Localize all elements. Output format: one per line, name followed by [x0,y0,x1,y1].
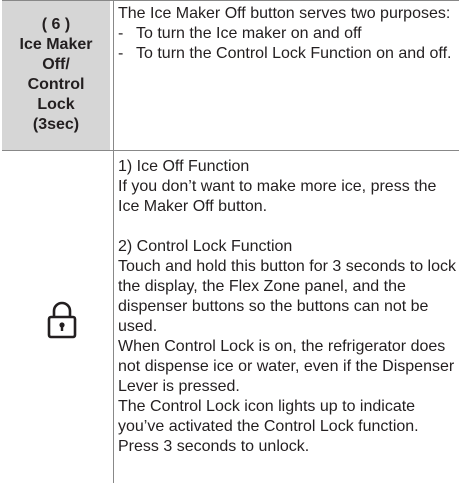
ice-off-heading: 1) Ice Off Function [118,158,250,175]
column-divider [113,0,114,483]
control-lock-text: The Control Lock icon lights up to indic… [118,398,419,455]
intro-text: The Ice Maker Off button serves two purp… [118,5,451,22]
lock-icon [45,300,79,340]
bullet-text: To turn the Control Lock Function on and… [136,45,452,62]
bullet-text: To turn the Ice maker on and off [136,25,362,42]
button-number: ( 6 ) [41,16,71,33]
ice-off-text: If you don’t want to make more ice, pres… [118,178,437,215]
control-lock-text: Touch and hold this button for 3 seconds… [118,258,456,335]
button-label-cell: ( 6 ) Ice Maker Off/ Control Lock (3sec) [2,0,110,150]
list-item: - To turn the Ice maker on and off [118,25,362,42]
purpose-description: The Ice Maker Off button serves two purp… [118,4,458,64]
button-name-line: Ice Maker [19,36,93,53]
control-lock-heading: 2) Control Lock Function [118,238,293,255]
top-rule [2,0,459,1]
hold-duration: (3sec) [32,116,80,133]
instruction-table: ( 6 ) Ice Maker Off/ Control Lock (3sec)… [0,0,461,483]
row-divider [2,150,459,151]
function-details: 1) Ice Off Function If you don’t want to… [118,157,458,457]
button-name-line: Lock [37,96,75,113]
button-name-line: Off/ [42,56,70,73]
button-name-line: Control [27,76,85,93]
control-lock-text: When Control Lock is on, the refrigerato… [118,338,455,395]
list-item: - To turn the Control Lock Function on a… [118,45,452,62]
